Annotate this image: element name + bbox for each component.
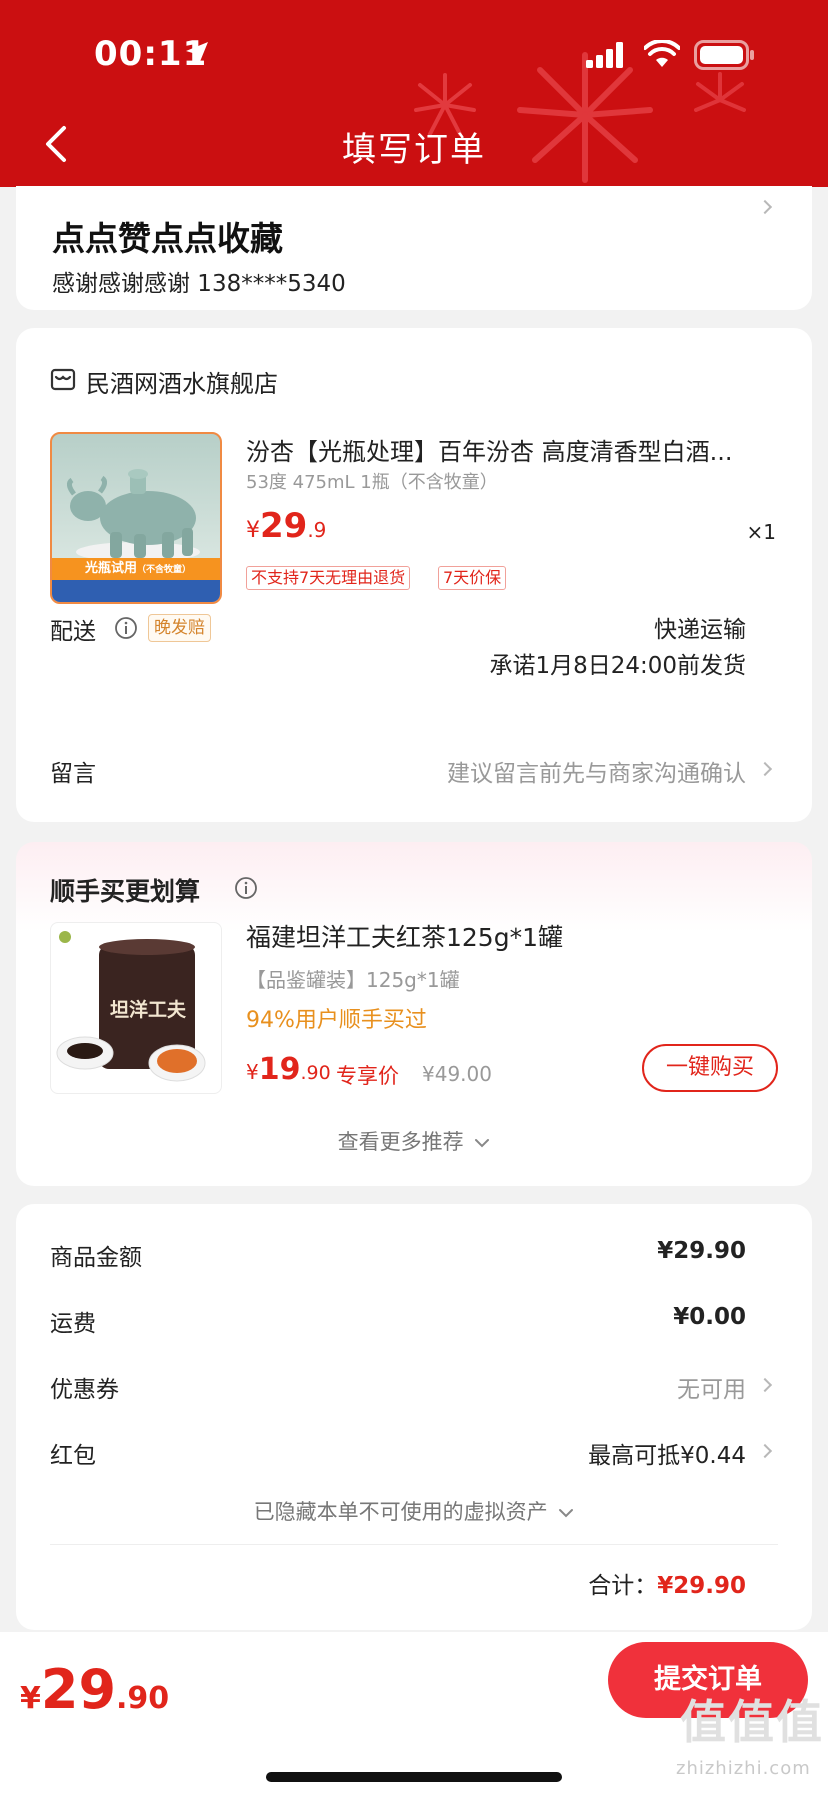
recipient-contact: 感谢感谢感谢 138****5340	[52, 271, 346, 297]
bottom-action-bar: ¥29.90 提交订单 值值值 zhizhizhi.com	[0, 1632, 828, 1795]
message-label: 留言	[50, 761, 96, 787]
chevron-right-icon	[757, 199, 773, 215]
coupon-label: 优惠券	[50, 1377, 119, 1403]
red-packet-label: 红包	[50, 1443, 96, 1469]
hidden-assets-toggle[interactable]: 已隐藏本单不可使用的虚拟资产	[16, 1496, 812, 1526]
product-image-banner-text: 光瓶试用	[84, 561, 137, 576]
more-recommendations-link[interactable]: 查看更多推荐	[16, 1126, 812, 1156]
shipping-fee-value: ¥0.00	[673, 1304, 746, 1330]
watermark-logo: 值值值	[680, 1695, 824, 1749]
divider	[50, 1544, 778, 1545]
recipient-name: 点点赞点点收藏	[52, 219, 283, 258]
tea-product-spec: 【品鉴罐装】125g*1罐	[246, 968, 460, 992]
store-icon	[50, 368, 76, 391]
home-indicator[interactable]	[266, 1772, 562, 1782]
chevron-down-icon	[475, 1139, 490, 1148]
hidden-assets-text: 已隐藏本单不可使用的虚拟资产	[253, 1500, 548, 1524]
shipping-promise: 承诺1月8日24:00前发货	[489, 653, 746, 679]
product-image-banner: 光瓶试用（不含牧童）	[52, 558, 220, 580]
tea-price: ¥19.90	[246, 1052, 331, 1087]
tea-product-name[interactable]: 福建坦洋工夫红茶125g*1罐	[246, 918, 563, 954]
chevron-right-icon	[757, 1377, 773, 1393]
shipping-method: 快递运输	[654, 617, 746, 643]
chevron-right-icon	[757, 1443, 773, 1459]
product-image-banner-sub: （不含牧童）	[137, 565, 192, 575]
recommendation-title: 顺手买更划算	[50, 877, 201, 906]
one-click-buy-button[interactable]: 一键购买	[642, 1044, 778, 1092]
tea-product-image[interactable]: 坦洋工夫	[50, 922, 222, 1094]
info-icon[interactable]	[234, 876, 258, 900]
price-integer: 29	[260, 506, 308, 546]
price-currency: ¥	[20, 1681, 41, 1716]
shop-name[interactable]: 民酒网酒水旗舰店	[86, 364, 278, 399]
price-decimal: .90	[116, 1681, 170, 1716]
price-summary-card: 商品金额 ¥29.90 运费 ¥0.00 优惠券 无可用 红包 最高可抵¥0.4…	[16, 1204, 812, 1630]
product-image-footer-strip	[52, 580, 220, 602]
cellular-signal-icon	[586, 42, 623, 68]
shop-order-card: 民酒网酒水旗舰店 光瓶试用（不含牧童） 汾杏【光瓶处理】百年汾杏 高度清香型白酒…	[16, 328, 812, 822]
no-7day-return-tag: 不支持7天无理由退货	[246, 566, 411, 590]
battery-icon	[694, 40, 754, 70]
page-title: 填写订单	[342, 130, 486, 170]
wifi-icon	[644, 40, 680, 67]
exclusive-price-label: 专享价	[336, 1064, 399, 1088]
price-integer: 19	[258, 1052, 301, 1087]
product-image[interactable]: 光瓶试用（不含牧童）	[50, 432, 222, 604]
total-value: ¥29.90	[657, 1573, 746, 1599]
price-decimal: .90	[300, 1062, 331, 1084]
price-decimal: .9	[307, 518, 327, 542]
red-packet-value[interactable]: 最高可抵¥0.44	[588, 1436, 746, 1470]
coupon-value[interactable]: 无可用	[677, 1370, 746, 1404]
original-price: ¥49.00	[422, 1062, 492, 1086]
payable-amount: ¥29.90	[20, 1658, 169, 1721]
price-integer: 29	[40, 1658, 117, 1721]
late-compensation-badge: 晚发赔	[148, 614, 211, 642]
goods-amount-value: ¥29.90	[657, 1238, 746, 1264]
total-label: 合计：	[588, 1573, 658, 1599]
firework-decoration-icon	[694, 72, 746, 112]
chevron-down-icon	[559, 1509, 574, 1518]
product-spec: 53度 475mL 1瓶（不含牧童）	[246, 472, 498, 493]
address-card[interactable]: 点点赞点点收藏 感谢感谢感谢 138****5340	[16, 186, 812, 310]
price-currency: ¥	[246, 518, 260, 543]
order-total: 合计：¥29.90	[588, 1566, 746, 1600]
price-protect-tag: 7天价保	[438, 566, 507, 590]
location-arrow-icon	[186, 42, 208, 64]
shipping-label: 配送	[50, 619, 96, 645]
watermark-text: zhizhizhi.com	[676, 1758, 811, 1779]
more-recommendations-text: 查看更多推荐	[337, 1130, 464, 1154]
tea-can-label: 坦洋工夫	[109, 999, 186, 1021]
chevron-right-icon	[757, 761, 773, 777]
top-header: 00:11 填写订单	[0, 0, 828, 187]
recommendation-card: 顺手买更划算 坦洋工夫 福建坦洋工夫红茶125g*1罐 【品鉴罐装】125g*1…	[16, 842, 812, 1186]
shipping-fee-label: 运费	[50, 1311, 96, 1337]
message-input[interactable]: 建议留言前先与商家沟通确认	[447, 754, 746, 788]
product-price: ¥29.9	[246, 506, 326, 546]
price-currency: ¥	[246, 1060, 259, 1084]
goods-amount-label: 商品金额	[50, 1245, 142, 1271]
product-title[interactable]: 汾杏【光瓶处理】百年汾杏 高度清香型白酒...	[246, 432, 733, 467]
info-icon[interactable]	[114, 616, 138, 640]
product-quantity: ×1	[746, 520, 776, 544]
tea-social-proof: 94%用户顺手买过	[246, 1008, 427, 1033]
